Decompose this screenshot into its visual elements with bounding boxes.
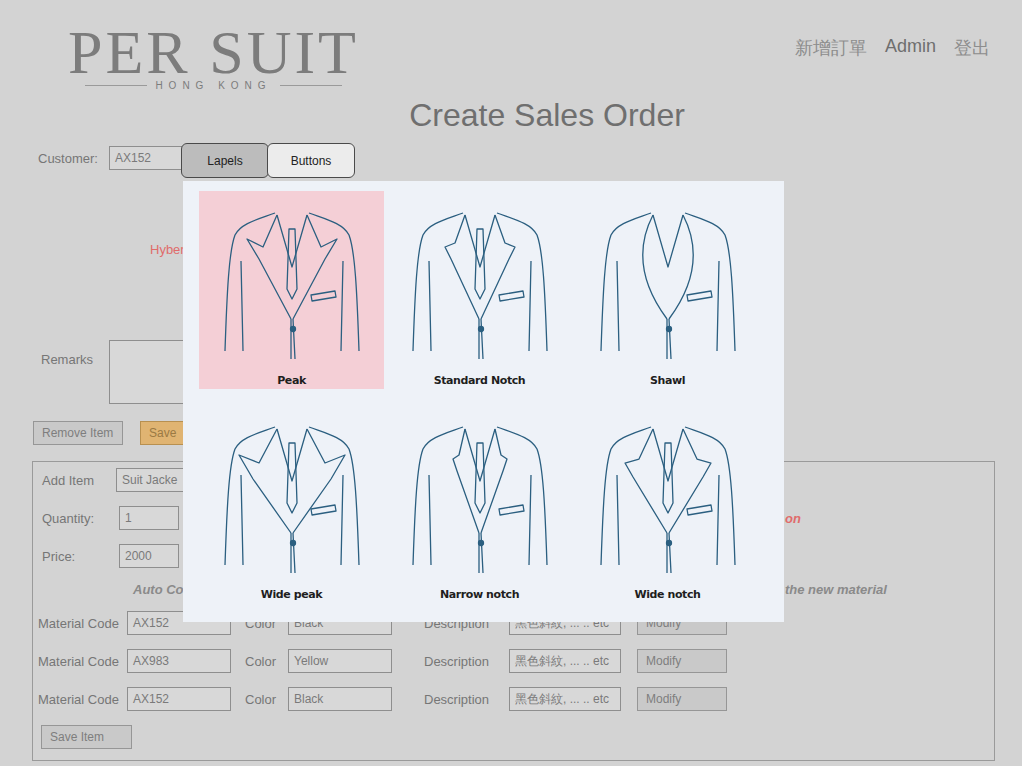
picker-tabs: LapelsButtons [181,143,784,178]
price-field[interactable]: 2000 [119,544,179,568]
material-code-field[interactable]: AX983 [127,649,231,673]
quantity-field[interactable]: 1 [119,506,179,530]
lapel-label: Shawl [650,374,685,387]
lapel-option[interactable]: Narrow notch [387,405,572,603]
lapel-label: Standard Notch [434,374,526,387]
jacket-icon [395,415,565,585]
jacket-icon [583,201,753,371]
nav: 新增訂單 Admin 登出 [795,36,990,60]
color-field[interactable]: Black [288,687,392,711]
auto-note: Auto Co [133,582,184,597]
notice-text: Hyber [150,242,185,257]
header: PER SUIT HONG KONG 新增訂單 Admin 登出 [0,0,1022,92]
save-item-button[interactable]: Save Item [41,725,132,749]
color-field[interactable]: Yellow [288,649,392,673]
page-title: Create Sales Order [0,92,1022,138]
save-item-row: Save Item [33,725,994,749]
nav-link[interactable]: Admin [885,36,936,60]
action-button[interactable]: Remove Item [33,421,123,445]
logo: PER SUIT HONG KONG [68,26,359,91]
lapel-label: Peak [277,374,306,387]
remarks-label: Remarks [41,340,109,367]
jacket-icon [583,415,753,585]
modify-button[interactable]: Modify [637,649,727,673]
nav-link[interactable]: 新增訂單 [795,36,867,60]
lapel-label: Narrow notch [440,588,519,601]
lapel-label: Wide peak [261,588,323,601]
material-row: Material CodeAX983 ColorYellow Description… [33,649,994,673]
jacket-icon [207,415,377,585]
customer-row: Customer:AX152 [0,146,1022,170]
picker-tab[interactable]: Lapels [181,143,269,178]
description-field[interactable]: 黑色斜紋, ... .. etc [509,649,621,673]
modify-button[interactable]: Modify [637,687,727,711]
material-row: Material CodeAX152 ColorBlack Description黑… [33,687,994,711]
color-label: Color [245,692,288,707]
description-field[interactable]: 黑色斜紋, ... .. etc [509,687,621,711]
jacket-icon [395,201,565,371]
material-code-label: Material Code [38,654,127,669]
lapel-picker: LapelsButtons Peak Standard Notch Shawl Wide… [181,143,784,622]
material-code-label: Material Code [38,616,127,631]
material-code-label: Material Code [38,692,127,707]
lapel-option[interactable]: Wide peak [199,405,384,603]
lapel-option[interactable]: Wide notch [575,405,760,603]
logo-name: PER SUIT [68,26,359,78]
description-label: Description [424,654,509,669]
sales-order-page: PER SUIT HONG KONG 新增訂單 Admin 登出 Create Sales… [0,0,1022,766]
material-code-field[interactable]: AX152 [127,687,231,711]
customer-label: Customer: [38,151,109,166]
description-label: Description [424,692,509,707]
logo-subtitle: HONG KONG [85,80,341,91]
picker-tab[interactable]: Buttons [267,143,355,178]
option-note: on [785,511,994,526]
picker-panel: Peak Standard Notch Shawl Wide peak Narrow n… [183,181,784,622]
auto-note-end: the new material [785,582,994,597]
lapel-label: Wide notch [634,588,700,601]
price-label: Price: [42,549,119,564]
lapel-option[interactable]: Shawl [575,191,760,389]
color-label: Color [245,654,288,669]
add-item-label: Add Item [42,473,116,488]
lapel-option[interactable]: Standard Notch [387,191,572,389]
jacket-icon [207,201,377,371]
lapel-option[interactable]: Peak [199,191,384,389]
nav-link[interactable]: 登出 [954,36,990,60]
quantity-label: Quantity: [42,511,119,526]
